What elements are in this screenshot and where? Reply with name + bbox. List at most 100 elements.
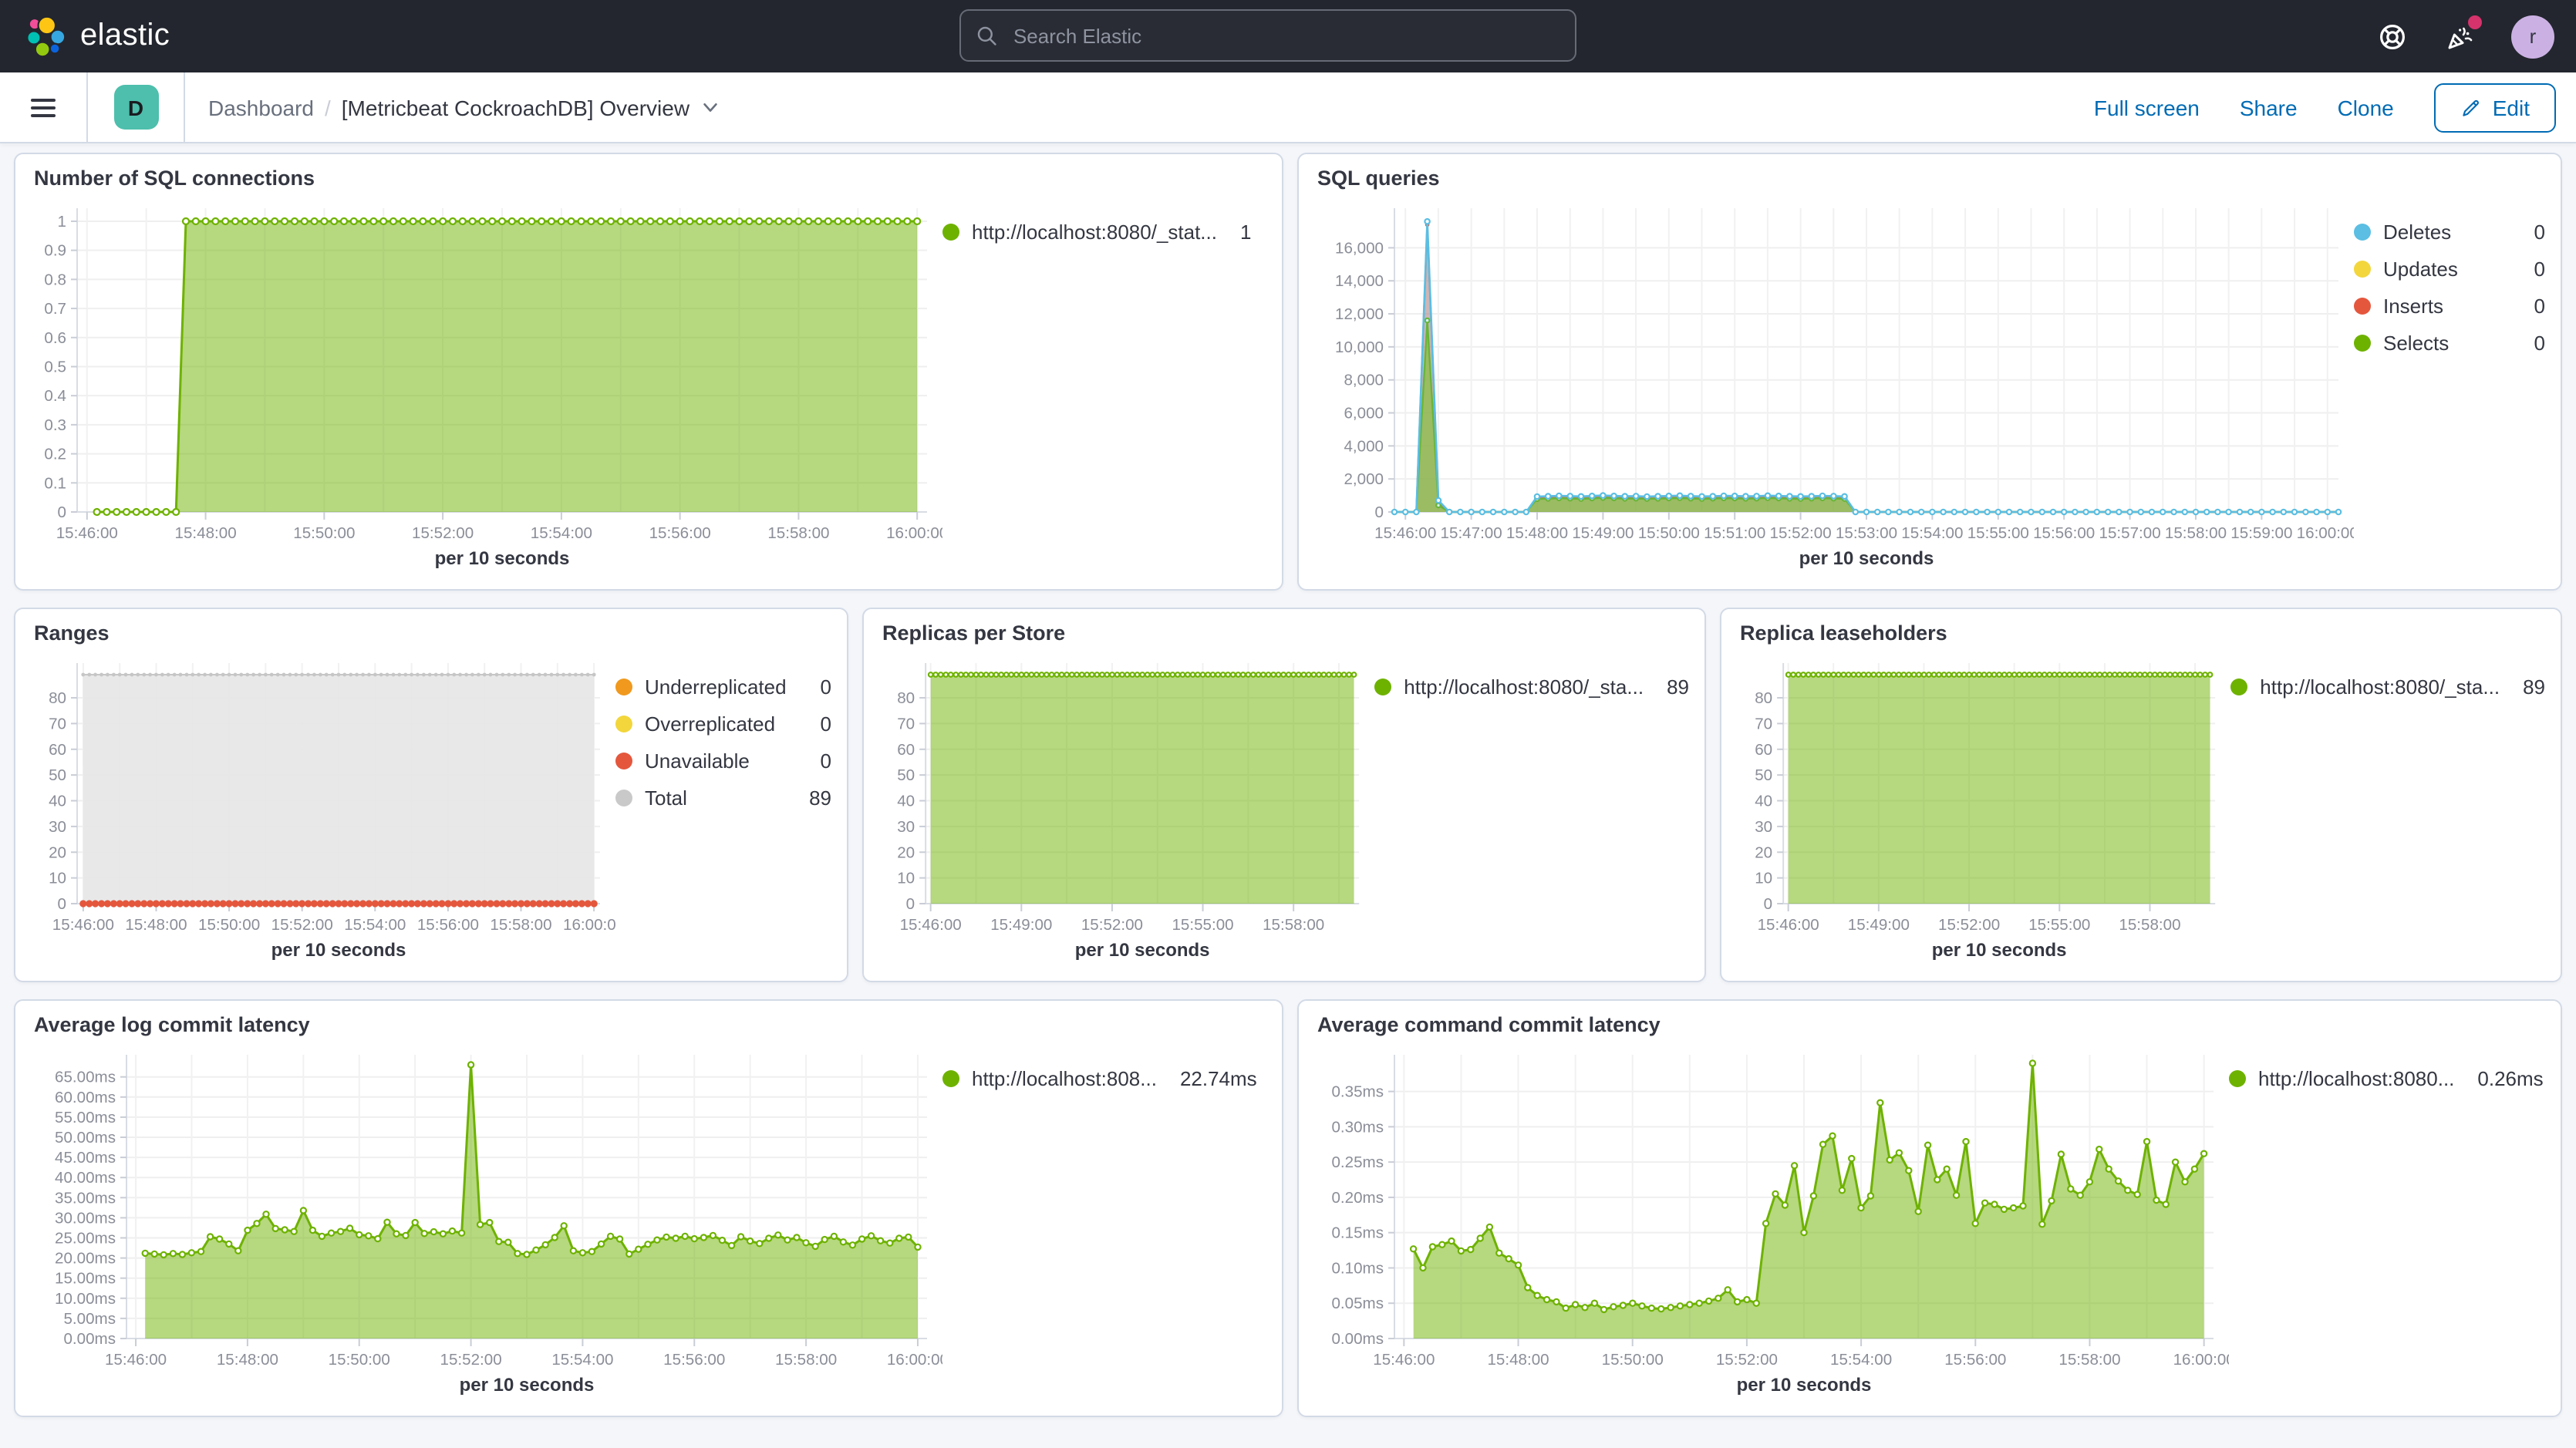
- clone-link[interactable]: Clone: [2338, 95, 2394, 120]
- breadcrumb-dashboard[interactable]: Dashboard: [208, 95, 314, 120]
- legend-label: Total: [645, 786, 687, 810]
- legend-item[interactable]: Unavailable0: [615, 749, 831, 773]
- legend-value: 22.74ms: [1180, 1067, 1257, 1090]
- edit-button[interactable]: Edit: [2434, 83, 2556, 132]
- svg-text:6,000: 6,000: [1344, 405, 1384, 423]
- svg-text:35.00ms: 35.00ms: [55, 1189, 116, 1207]
- legend-label: http://localhost:8080/_sta...: [2260, 675, 2500, 699]
- svg-text:15:58:00: 15:58:00: [2119, 916, 2180, 934]
- svg-text:15:56:00: 15:56:00: [417, 916, 479, 934]
- svg-text:25.00ms: 25.00ms: [55, 1230, 116, 1248]
- legend-label: http://localhost:808...: [972, 1067, 1157, 1090]
- dashboard-toolbar: D Dashboard / [Metricbeat CockroachDB] O…: [0, 72, 2576, 143]
- svg-text:0.10ms: 0.10ms: [1331, 1259, 1384, 1277]
- svg-text:per 10 seconds: per 10 seconds: [435, 548, 570, 569]
- elastic-logo[interactable]: elastic: [22, 13, 170, 59]
- legend-label: Selects: [2383, 332, 2449, 355]
- legend-label: Overreplicated: [645, 712, 775, 736]
- svg-text:15:58:00: 15:58:00: [2165, 524, 2227, 542]
- chart-number-of-sql-connections[interactable]: 00.10.20.30.40.50.60.70.80.9115:46:0015:…: [31, 193, 942, 577]
- legend-dot: [2354, 335, 2371, 352]
- svg-text:40: 40: [1755, 793, 1772, 810]
- user-avatar[interactable]: r: [2511, 15, 2554, 58]
- legend-item[interactable]: Overreplicated0: [615, 712, 831, 736]
- chart-sql-queries[interactable]: 02,0004,0006,0008,00010,00012,00014,0001…: [1314, 193, 2354, 577]
- svg-text:15:54:00: 15:54:00: [1830, 1351, 1892, 1369]
- svg-text:10.00ms: 10.00ms: [55, 1290, 116, 1308]
- svg-text:0.5: 0.5: [44, 358, 66, 375]
- svg-text:45.00ms: 45.00ms: [55, 1149, 116, 1167]
- search-input[interactable]: [1010, 22, 1559, 49]
- chart-average-command-commit-latency[interactable]: 0.00ms0.05ms0.10ms0.15ms0.20ms0.25ms0.30…: [1314, 1039, 2229, 1403]
- svg-text:16:00:00: 16:00:00: [886, 524, 942, 542]
- legend: http://localhost:8080/_sta... 89: [2230, 648, 2545, 968]
- svg-text:15:48:00: 15:48:00: [125, 916, 187, 934]
- legend: http://localhost:8080... 0.26ms: [2229, 1039, 2545, 1403]
- svg-text:15:58:00: 15:58:00: [1263, 916, 1324, 934]
- svg-text:15:50:00: 15:50:00: [198, 916, 260, 934]
- svg-text:0.7: 0.7: [44, 300, 66, 318]
- svg-text:16,000: 16,000: [1335, 239, 1384, 257]
- nav-menu-button[interactable]: [0, 72, 88, 142]
- dashboard-grid: Number of SQL connections 00.10.20.30.40…: [0, 143, 2576, 1426]
- legend-dot: [2354, 261, 2371, 278]
- legend-label: http://localhost:8080...: [2258, 1067, 2454, 1090]
- svg-text:16:00:00: 16:00:00: [563, 916, 615, 934]
- legend-item[interactable]: Underreplicated0: [615, 675, 831, 699]
- svg-text:0.4: 0.4: [44, 387, 66, 405]
- legend-item[interactable]: Updates0: [2354, 258, 2545, 281]
- legend-item[interactable]: http://localhost:8080/_stat...1: [942, 221, 1266, 244]
- newsfeed-icon[interactable]: [2443, 19, 2477, 53]
- svg-text:20: 20: [49, 844, 66, 861]
- legend-item[interactable]: http://localhost:808... 22.74ms: [942, 1067, 1266, 1090]
- legend-value: 0: [821, 749, 831, 773]
- svg-text:per 10 seconds: per 10 seconds: [1932, 940, 2067, 961]
- legend-item[interactable]: http://localhost:8080... 0.26ms: [2229, 1067, 2545, 1090]
- legend-item[interactable]: Selects0: [2354, 332, 2545, 355]
- chart-ranges[interactable]: 0102030405060708015:46:0015:48:0015:50:0…: [31, 648, 615, 968]
- avatar-letter: r: [2530, 25, 2537, 48]
- legend-item[interactable]: Inserts0: [2354, 295, 2545, 318]
- svg-text:15:57:00: 15:57:00: [2099, 524, 2160, 542]
- global-search[interactable]: [959, 9, 1576, 62]
- svg-text:15:54:00: 15:54:00: [1901, 524, 1963, 542]
- svg-text:20: 20: [1755, 844, 1772, 861]
- full-screen-link[interactable]: Full screen: [2094, 95, 2200, 120]
- svg-text:15:49:00: 15:49:00: [1572, 524, 1634, 542]
- legend-item[interactable]: Deletes0: [2354, 221, 2545, 244]
- header-actions: r: [2375, 15, 2554, 58]
- chevron-down-icon[interactable]: [700, 97, 720, 117]
- svg-text:15:51:00: 15:51:00: [1704, 524, 1765, 542]
- legend-value: 89: [2523, 675, 2545, 699]
- legend-item[interactable]: http://localhost:8080/_sta... 89: [2230, 675, 2545, 699]
- svg-text:65.00ms: 65.00ms: [55, 1069, 116, 1086]
- panel-number-of-sql-connections: Number of SQL connections 00.10.20.30.40…: [14, 153, 1283, 591]
- svg-text:10: 10: [897, 870, 915, 887]
- chart-replicas-per-store[interactable]: 0102030405060708015:46:0015:49:0015:52:0…: [879, 648, 1374, 968]
- svg-text:70: 70: [1755, 715, 1772, 732]
- svg-text:40.00ms: 40.00ms: [55, 1169, 116, 1187]
- legend-dot: [615, 679, 632, 695]
- svg-text:0.15ms: 0.15ms: [1331, 1224, 1384, 1242]
- legend-item[interactable]: http://localhost:8080/_sta...89: [1374, 675, 1689, 699]
- svg-text:15:59:00: 15:59:00: [2230, 524, 2292, 542]
- svg-text:15:56:00: 15:56:00: [1944, 1351, 2006, 1369]
- legend-dot: [942, 1070, 959, 1087]
- svg-text:0.35ms: 0.35ms: [1331, 1083, 1384, 1101]
- help-icon[interactable]: [2375, 19, 2409, 53]
- svg-text:30.00ms: 30.00ms: [55, 1209, 116, 1227]
- share-link[interactable]: Share: [2240, 95, 2298, 120]
- legend: Underreplicated0Overreplicated0Unavailab…: [615, 648, 831, 968]
- chart-average-log-commit-latency[interactable]: 0.00ms5.00ms10.00ms15.00ms20.00ms25.00ms…: [31, 1039, 942, 1403]
- space-selector[interactable]: D: [88, 72, 185, 142]
- svg-text:0: 0: [1375, 503, 1384, 521]
- legend-item[interactable]: Total89: [615, 786, 831, 810]
- svg-text:80: 80: [1755, 689, 1772, 707]
- chart-replica-leaseholders[interactable]: 0102030405060708015:46:0015:49:0015:52:0…: [1737, 648, 2230, 968]
- svg-text:15:58:00: 15:58:00: [490, 916, 551, 934]
- legend-value: 0.26ms: [2477, 1067, 2543, 1090]
- svg-text:15:49:00: 15:49:00: [1848, 916, 1910, 934]
- svg-text:15:54:00: 15:54:00: [344, 916, 406, 934]
- svg-text:0.3: 0.3: [44, 416, 66, 434]
- breadcrumb: Dashboard / [Metricbeat CockroachDB] Ove…: [208, 95, 720, 120]
